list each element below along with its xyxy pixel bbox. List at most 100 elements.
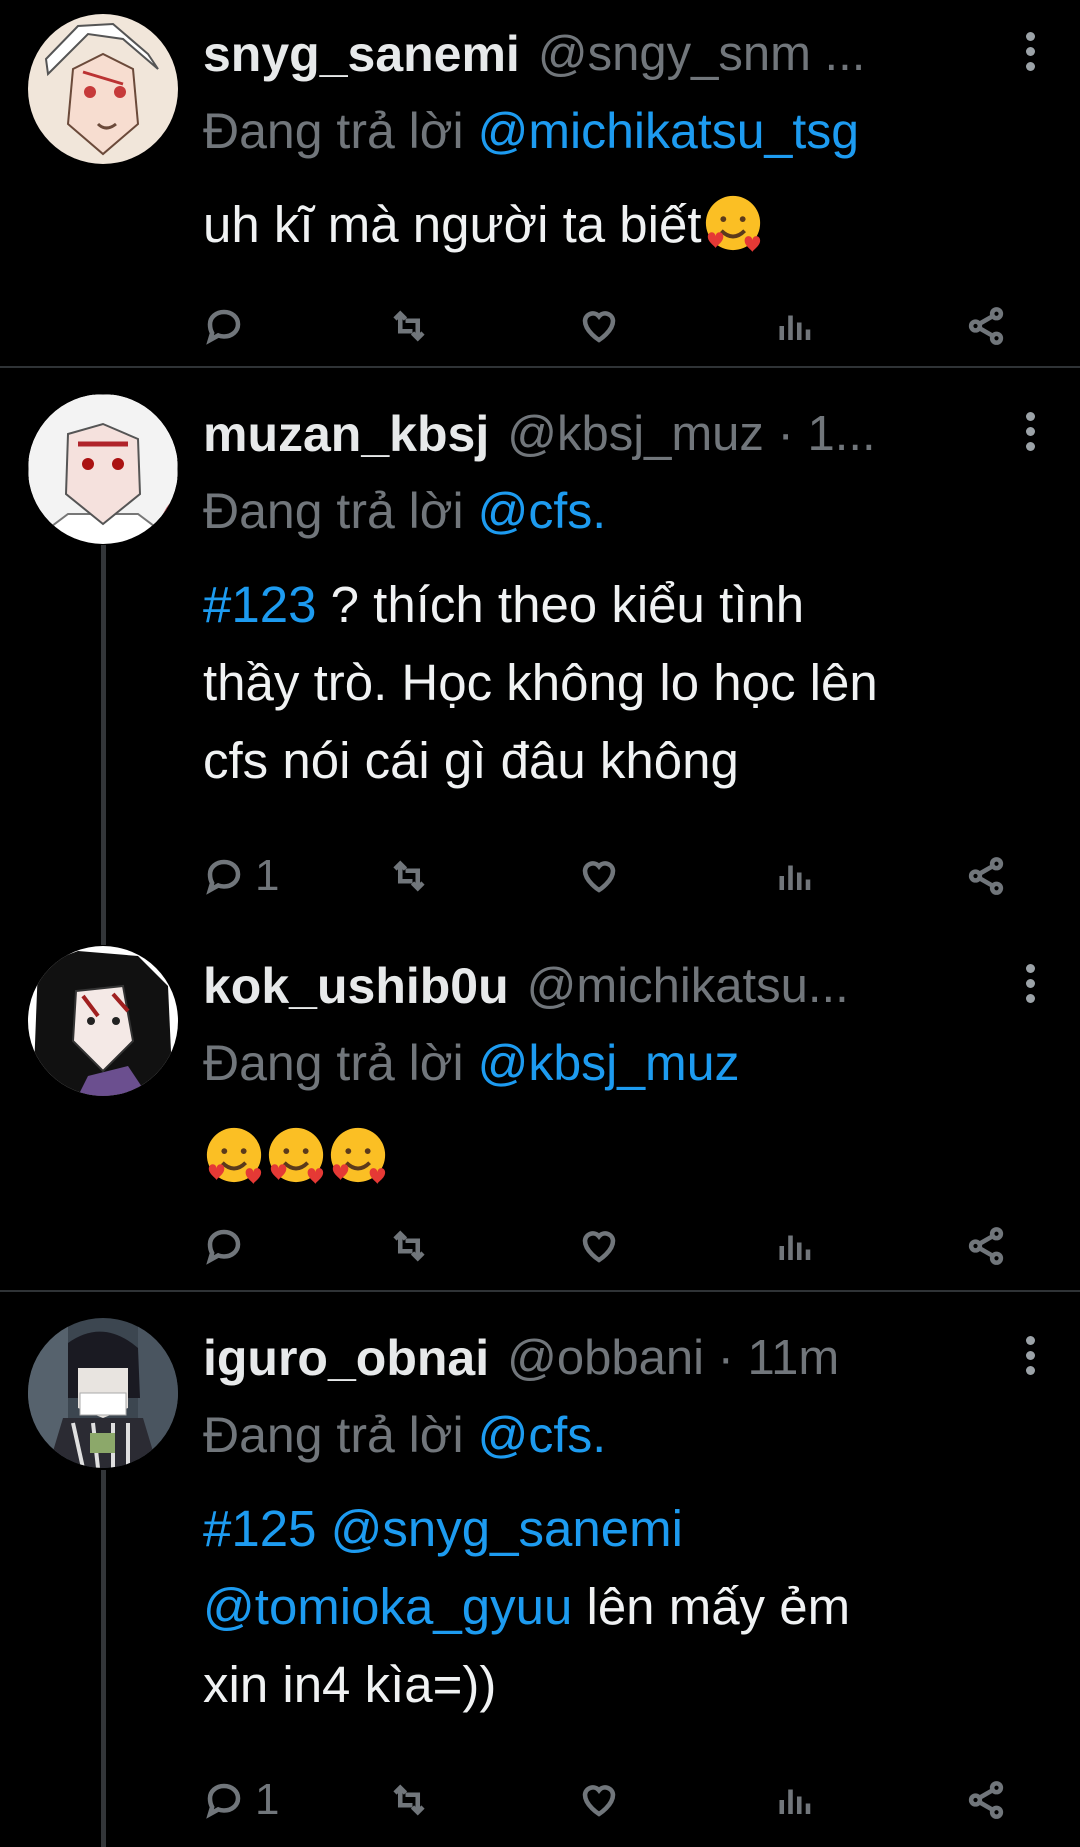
- tweet-text: [203, 1118, 1030, 1196]
- analytics-icon: [779, 315, 811, 340]
- retweet-icon: [393, 860, 425, 892]
- action-bar: [203, 1216, 1023, 1276]
- replying-to: Đang trả lời @cfs.: [203, 1406, 606, 1464]
- display-name[interactable]: kok_ushib0u: [203, 957, 509, 1015]
- reply-icon: [206, 309, 241, 345]
- replying-to-link[interactable]: @kbsj_muz: [478, 1035, 740, 1091]
- share-button[interactable]: [965, 1216, 1007, 1276]
- user-handle[interactable]: @michikatsu...: [527, 958, 849, 1014]
- smiling-face-with-hearts-icon: [330, 1127, 386, 1185]
- tweet[interactable]: snyg_sanemi @sngy_snm ... Đang trả lời @…: [0, 14, 1080, 364]
- like-button[interactable]: [578, 1216, 620, 1276]
- tweet-text-line: xin in4 kìa=)): [203, 1656, 497, 1713]
- like-button[interactable]: [578, 1770, 620, 1830]
- heart-icon: [582, 1231, 616, 1263]
- mention-link[interactable]: @tomioka_gyuu: [203, 1578, 572, 1635]
- tweet-text: #123 ? thích theo kiểu tình thầy trò. Họ…: [203, 566, 1030, 800]
- divider: [0, 1290, 1080, 1292]
- views-button[interactable]: [773, 296, 815, 356]
- user-handle[interactable]: @kbsj_muz · 1...: [507, 406, 875, 462]
- more-options-icon[interactable]: [1020, 412, 1040, 456]
- tweet[interactable]: iguro_obnai @obbani · 11m Đang trả lời @…: [0, 1318, 1080, 1847]
- action-bar: 1: [203, 846, 1023, 906]
- share-button[interactable]: [965, 1770, 1007, 1830]
- tweet-text-content: uh kĩ mà người ta biết: [203, 196, 702, 253]
- hashtag-link[interactable]: #123: [203, 576, 316, 633]
- user-handle[interactable]: @sngy_snm ...: [538, 26, 866, 82]
- heart-icon: [582, 861, 616, 893]
- views-button[interactable]: [773, 1770, 815, 1830]
- tweet[interactable]: muzan_kbsj @kbsj_muz · 1... Đang trả lời…: [0, 394, 1080, 934]
- replying-prefix: Đang trả lời: [203, 1407, 464, 1463]
- replying-to: Đang trả lời @cfs.: [203, 482, 606, 540]
- views-button[interactable]: [773, 846, 815, 906]
- mention-link[interactable]: @snyg_sanemi: [331, 1500, 683, 1557]
- share-button[interactable]: [965, 846, 1007, 906]
- share-button[interactable]: [965, 296, 1007, 356]
- share-icon: [968, 1781, 1004, 1819]
- reply-icon: [206, 859, 241, 895]
- display-name[interactable]: snyg_sanemi: [203, 25, 520, 83]
- reply-button[interactable]: 1: [203, 846, 279, 906]
- reply-button[interactable]: 1: [203, 1770, 279, 1830]
- retweet-button[interactable]: [388, 1770, 430, 1830]
- user-handle[interactable]: @obbani · 11m: [507, 1330, 839, 1386]
- retweet-button[interactable]: [388, 846, 430, 906]
- reply-button[interactable]: [203, 296, 255, 356]
- action-bar: 1: [203, 1770, 1023, 1830]
- replying-prefix: Đang trả lời: [203, 103, 464, 159]
- avatar[interactable]: [28, 946, 178, 1096]
- retweet-button[interactable]: [388, 1216, 430, 1276]
- analytics-icon: [779, 1789, 811, 1814]
- tweet-text-line: ? thích theo kiểu tình: [316, 576, 805, 633]
- hashtag-link[interactable]: #125: [203, 1500, 316, 1557]
- reply-count: 1: [255, 1775, 280, 1824]
- avatar-image: [28, 946, 178, 1096]
- replying-prefix: Đang trả lời: [203, 483, 464, 539]
- replying-to-link[interactable]: @cfs.: [478, 1407, 607, 1463]
- views-button[interactable]: [773, 1216, 815, 1276]
- divider: [0, 366, 1080, 368]
- retweet-icon: [393, 1230, 425, 1262]
- retweet-icon: [393, 1784, 425, 1816]
- like-button[interactable]: [578, 296, 620, 356]
- share-icon: [968, 1227, 1004, 1265]
- replying-to: Đang trả lời @michikatsu_tsg: [203, 102, 859, 160]
- heart-icon: [582, 1785, 616, 1817]
- replying-prefix: Đang trả lời: [203, 1035, 464, 1091]
- avatar-image: [28, 14, 178, 164]
- analytics-icon: [779, 1235, 811, 1260]
- replying-to-link[interactable]: @cfs.: [478, 483, 607, 539]
- display-name[interactable]: muzan_kbsj: [203, 405, 489, 463]
- tweet-text-line: cfs nói cái gì đâu không: [203, 732, 739, 789]
- retweet-button[interactable]: [388, 296, 430, 356]
- smiling-face-with-hearts-icon: [206, 1127, 262, 1185]
- replying-to-link[interactable]: @michikatsu_tsg: [478, 103, 859, 159]
- avatar-image: [28, 394, 178, 544]
- like-button[interactable]: [578, 846, 620, 906]
- avatar-image: [28, 1318, 178, 1468]
- tweet[interactable]: kok_ushib0u @michikatsu... Đang trả lời …: [0, 946, 1080, 1286]
- display-name[interactable]: iguro_obnai: [203, 1329, 489, 1387]
- reply-icon: [206, 1783, 241, 1819]
- tweet-text-line: thầy trò. Học không lo học lên: [203, 654, 878, 711]
- share-icon: [968, 857, 1004, 895]
- more-options-icon[interactable]: [1020, 1336, 1040, 1380]
- more-options-icon[interactable]: [1020, 964, 1040, 1008]
- replying-to: Đang trả lời @kbsj_muz: [203, 1034, 740, 1092]
- reply-button[interactable]: [203, 1216, 255, 1276]
- tweet-text-line: lên mấy ẻm: [572, 1578, 851, 1635]
- reply-icon: [206, 1229, 241, 1265]
- reply-count: 1: [255, 851, 280, 900]
- heart-icon: [582, 311, 616, 343]
- avatar[interactable]: [28, 1318, 178, 1468]
- more-options-icon[interactable]: [1020, 32, 1040, 76]
- analytics-icon: [779, 865, 811, 890]
- smiling-face-with-hearts-icon: [268, 1127, 324, 1185]
- tweet-text: uh kĩ mà người ta biết: [203, 186, 1030, 264]
- action-bar: [203, 296, 1023, 356]
- avatar[interactable]: [28, 394, 178, 544]
- tweet-text: #125 @snyg_sanemi @tomioka_gyuu lên mấy …: [203, 1490, 1030, 1724]
- smiling-face-with-hearts-icon: [705, 195, 760, 253]
- avatar[interactable]: [28, 14, 178, 164]
